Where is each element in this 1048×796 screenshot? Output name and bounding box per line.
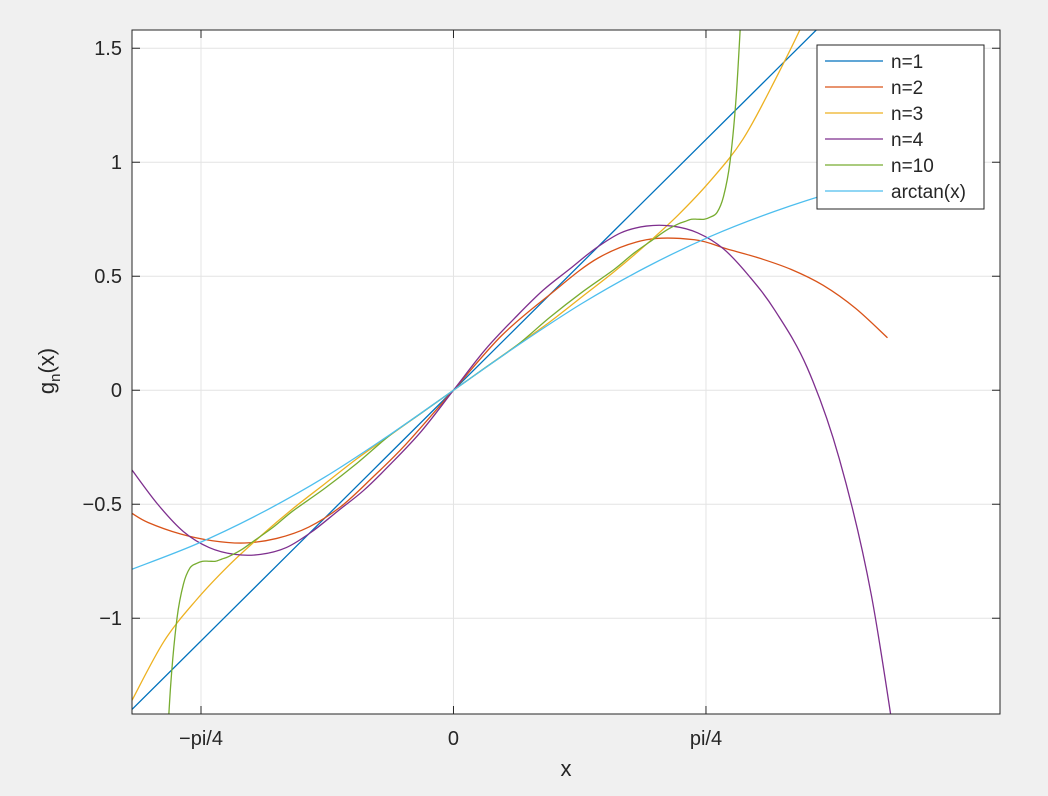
x-tick-label: −pi/4 (179, 728, 223, 750)
x-tick-label: pi/4 (690, 728, 722, 750)
legend-label: arctan(x) (891, 182, 966, 203)
y-axis-label-tail: (x) (34, 348, 59, 374)
legend-label: n=3 (891, 104, 923, 125)
y-axis-label-base: g (34, 382, 59, 394)
y-tick-label: 1.5 (94, 38, 122, 60)
y-tick-label: 0 (111, 380, 122, 402)
y-axis-label-sub: n (47, 374, 64, 382)
legend-label: n=1 (891, 52, 923, 73)
x-axis-label: x (561, 756, 572, 781)
y-tick-label: −0.5 (83, 494, 122, 516)
y-tick-label: −1 (99, 608, 122, 630)
y-tick-label: 1 (111, 152, 122, 174)
figure: −pi/4 0 pi/41.510.50−0.5−1 x gn(x) n=1n=2n… (0, 0, 1048, 796)
x-tick-label: 0 (448, 728, 459, 750)
y-tick-label: 0.5 (94, 266, 122, 288)
legend-label: n=4 (891, 130, 924, 151)
legend[interactable]: n=1 n=2 n=3 n=4 n=10 arctan(x) (816, 44, 985, 210)
legend-label: n=2 (891, 78, 923, 99)
legend-label: n=10 (891, 156, 934, 177)
